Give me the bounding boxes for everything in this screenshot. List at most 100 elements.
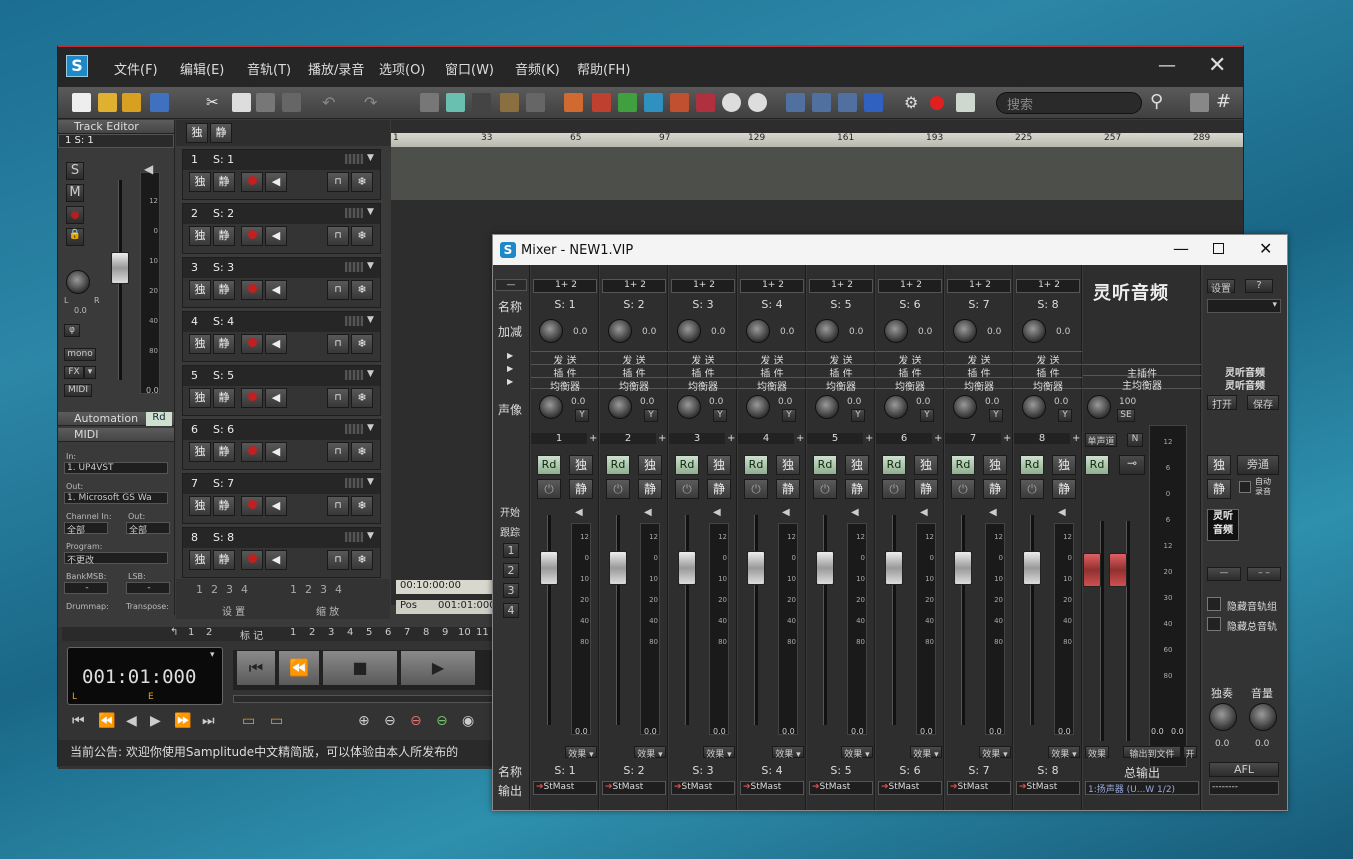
channel-gain-knob[interactable] — [953, 319, 977, 343]
group-2-button[interactable]: 2 — [503, 563, 519, 578]
channel-insert[interactable]: 插 件 — [531, 364, 599, 380]
channel-fx-button[interactable]: 效果 ▾ — [634, 746, 666, 760]
channel-rd-button[interactable]: Rd — [744, 455, 768, 475]
channel-speaker-icon[interactable]: ◀ — [575, 507, 583, 518]
marker-10[interactable]: 10 — [458, 627, 471, 638]
track-solo-button[interactable]: 独 — [189, 388, 211, 408]
track-header[interactable]: 5 S: 5 ▼ 独静 ◀ ⊓ ❄ — [182, 365, 381, 416]
track-lock-button[interactable]: ⊓ — [327, 334, 349, 354]
channel-routing-select[interactable]: 1+ 2 — [809, 279, 873, 293]
channel-output-select[interactable]: ➔StMast — [671, 781, 735, 795]
channel-pan-knob[interactable] — [1022, 395, 1046, 419]
menu-edit[interactable]: 编辑(E) — [180, 59, 224, 78]
channel-output-select[interactable]: ➔StMast — [740, 781, 804, 795]
monitor-output-select[interactable]: -------- — [1209, 781, 1279, 795]
master-n-button[interactable]: N — [1127, 433, 1143, 447]
channel-speaker-icon[interactable]: ◀ — [989, 507, 997, 518]
track-fx-button[interactable]: ❄ — [351, 172, 373, 192]
master-mono-button[interactable]: 单声道 — [1085, 433, 1117, 447]
global-mute-button[interactable]: 静 — [210, 123, 232, 143]
afl-button[interactable]: AFL — [1209, 762, 1279, 777]
channel-pan-knob[interactable] — [746, 395, 770, 419]
channel-name-top[interactable]: S: 1 — [531, 298, 599, 311]
channel-routing-select[interactable]: 1+ 2 — [533, 279, 597, 293]
channel-eq[interactable]: 均衡器 — [669, 377, 737, 393]
pager-btn[interactable]: 4 — [241, 583, 248, 596]
marker-6[interactable]: 6 — [385, 627, 391, 638]
master-fx-button[interactable]: 效果 — [1085, 746, 1109, 760]
channel-solo-button[interactable]: 独 — [983, 455, 1007, 475]
snap-icon[interactable] — [420, 93, 439, 112]
range-icon[interactable] — [786, 93, 805, 112]
channel-mute-button[interactable]: 静 — [845, 479, 869, 499]
channel-fx-button[interactable]: 效果 ▾ — [910, 746, 942, 760]
channel-add-icon[interactable]: + — [934, 433, 942, 444]
channel-fader-track[interactable] — [892, 515, 896, 725]
channel-fader-track[interactable] — [823, 515, 827, 725]
track-header[interactable]: 7 S: 7 ▼ 独静 ◀ ⊓ ❄ — [182, 473, 381, 524]
channel-eq[interactable]: 均衡器 — [807, 377, 875, 393]
channel-fader-handle[interactable] — [954, 551, 972, 585]
track-solo-button[interactable]: 独 — [189, 334, 211, 354]
hide-master-checkbox[interactable] — [1207, 617, 1221, 631]
channel-y-button[interactable]: Y — [575, 409, 589, 422]
channel-fader-track[interactable] — [547, 515, 551, 725]
track-mute-button[interactable]: 静 — [213, 388, 235, 408]
channel-add-icon[interactable]: + — [727, 433, 735, 444]
mixer-icon[interactable] — [956, 93, 975, 112]
volume-knob[interactable] — [1249, 703, 1277, 731]
track-monitor-button[interactable]: ◀ — [265, 334, 287, 354]
marker-3[interactable]: 3 — [328, 627, 334, 638]
track-record-button[interactable] — [241, 496, 263, 516]
open-project-icon[interactable] — [122, 93, 141, 112]
track-name-bar[interactable]: 4 S: 4 ▼ — [183, 312, 380, 332]
lsb-field[interactable]: - — [126, 582, 170, 594]
track-name[interactable]: S: 2 — [213, 207, 234, 220]
fx-dropdown[interactable]: ▾ — [84, 366, 96, 379]
channel-gain-knob[interactable] — [677, 319, 701, 343]
track-name[interactable]: S: 6 — [213, 423, 234, 436]
channel-fader-track[interactable] — [616, 515, 620, 725]
channel-solo-button[interactable]: 独 — [707, 455, 731, 475]
channel-y-button[interactable]: Y — [1058, 409, 1072, 422]
track-fx-button[interactable]: ❄ — [351, 334, 373, 354]
channel-fx-button[interactable]: 效果 ▾ — [772, 746, 804, 760]
channel-send[interactable]: 发 送 — [876, 351, 944, 367]
channel-power-button[interactable]: ⏻ — [744, 479, 768, 499]
channel-eq[interactable]: 均衡器 — [876, 377, 944, 393]
channel-gain-knob[interactable] — [608, 319, 632, 343]
channel-mute-button[interactable]: 静 — [983, 479, 1007, 499]
channel-routing-select[interactable]: 1+ 2 — [671, 279, 735, 293]
channel-insert[interactable]: 插 件 — [738, 364, 806, 380]
volume-fader-handle[interactable] — [111, 252, 129, 284]
channel-add-icon[interactable]: + — [1072, 433, 1080, 444]
step-back-icon[interactable]: ◀ — [126, 713, 137, 729]
track-mute-button[interactable]: 静 — [213, 334, 235, 354]
channel-fader-handle[interactable] — [609, 551, 627, 585]
channel-mute-button[interactable]: 静 — [914, 479, 938, 499]
master-rd-button[interactable]: Rd — [1085, 455, 1109, 475]
close-icon[interactable]: ✕ — [1208, 53, 1226, 78]
pager-btn[interactable]: 2 — [211, 583, 218, 596]
speaker-icon[interactable]: ◀ — [144, 162, 153, 176]
channel-gain-knob[interactable] — [815, 319, 839, 343]
track-mute-button[interactable]: 静 — [213, 442, 235, 462]
channel-output-select[interactable]: ➔StMast — [1016, 781, 1080, 795]
track-name-bar[interactable]: 1 S: 1 ▼ — [183, 150, 380, 170]
marker-m-icon[interactable] — [564, 93, 583, 112]
channel-y-button[interactable]: Y — [644, 409, 658, 422]
track-monitor-button[interactable]: ◀ — [265, 442, 287, 462]
channel-gain-knob[interactable] — [1022, 319, 1046, 343]
channel-add-icon[interactable]: + — [865, 433, 873, 444]
channel-rd-button[interactable]: Rd — [813, 455, 837, 475]
fx-button[interactable]: FX — [64, 366, 84, 379]
track-mute-button[interactable]: 静 — [213, 280, 235, 300]
channel-fader-handle[interactable] — [747, 551, 765, 585]
track-menu-dropdown[interactable]: ▼ — [367, 315, 374, 325]
search-icon[interactable]: ⚲ — [1150, 91, 1163, 112]
pager-btn[interactable]: 3 — [226, 583, 233, 596]
channel-output-select[interactable]: ➔StMast — [947, 781, 1011, 795]
open-button[interactable]: 打开 — [1207, 395, 1237, 411]
channel-rd-button[interactable]: Rd — [951, 455, 975, 475]
channel-power-button[interactable]: ⏻ — [606, 479, 630, 499]
